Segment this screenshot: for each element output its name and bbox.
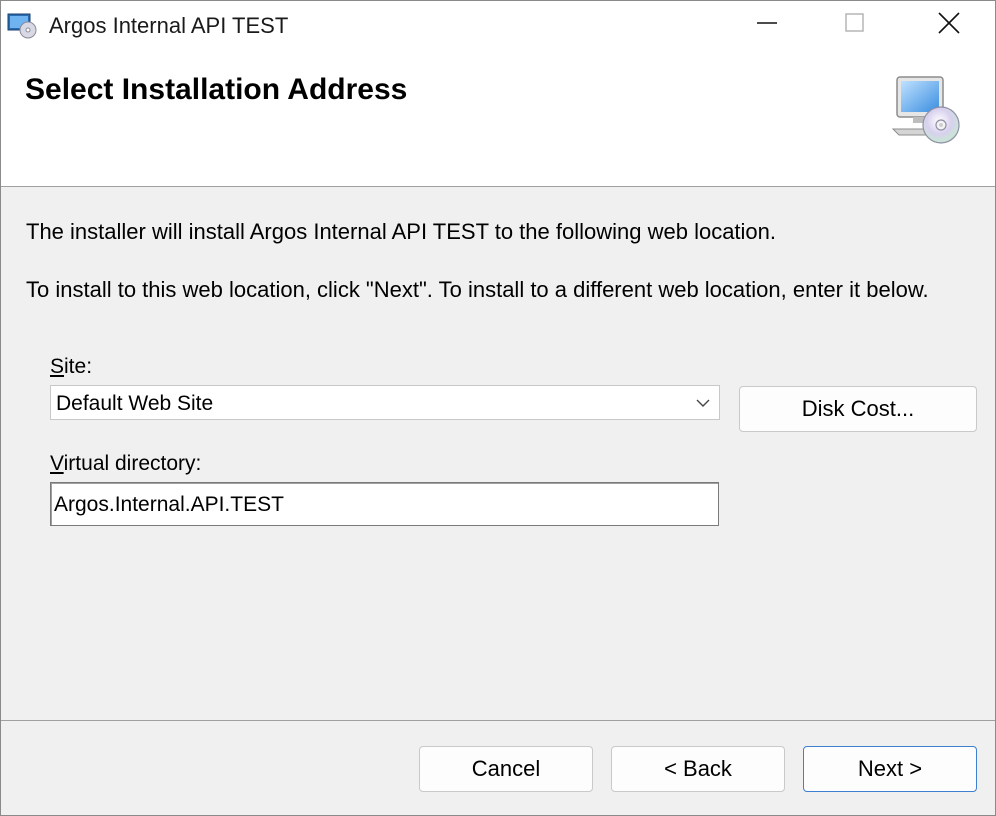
maximize-icon (844, 12, 866, 39)
header-banner: Select Installation Address (1, 49, 995, 187)
page-title: Select Installation Address (25, 73, 408, 106)
footer-divider (1, 720, 995, 721)
site-label-text: ite: (64, 355, 93, 378)
installer-cd-icon (7, 11, 37, 39)
next-button[interactable]: Next > (803, 746, 977, 792)
maximize-button[interactable] (809, 1, 901, 49)
cancel-button[interactable]: Cancel (419, 746, 593, 792)
site-label-mnemonic: S (50, 355, 65, 378)
computer-cd-icon (891, 73, 961, 163)
close-icon (937, 11, 961, 40)
minimize-icon (756, 12, 778, 39)
install-description: The installer will install Argos Interna… (26, 219, 777, 244)
site-label: Site: (50, 355, 92, 379)
installer-window: Argos Internal API TEST Select Installat… (0, 0, 996, 816)
virtual-directory-label-mnemonic: V (50, 452, 64, 475)
close-button[interactable] (903, 1, 995, 49)
install-instructions: To install to this web location, click "… (26, 277, 929, 302)
virtual-directory-label-text: irtual directory: (63, 452, 202, 475)
minimize-button[interactable] (721, 1, 813, 49)
site-dropdown[interactable]: Default Web Site (50, 385, 720, 420)
disk-cost-button[interactable]: Disk Cost... (739, 386, 977, 432)
title-bar[interactable]: Argos Internal API TEST (1, 1, 995, 49)
back-button[interactable]: < Back (611, 746, 785, 792)
site-dropdown-value: Default Web Site (56, 392, 214, 415)
virtual-directory-input[interactable] (50, 482, 719, 526)
chevron-down-icon (695, 396, 711, 410)
window-title: Argos Internal API TEST (49, 13, 289, 38)
virtual-directory-label: Virtual directory: (50, 452, 201, 476)
